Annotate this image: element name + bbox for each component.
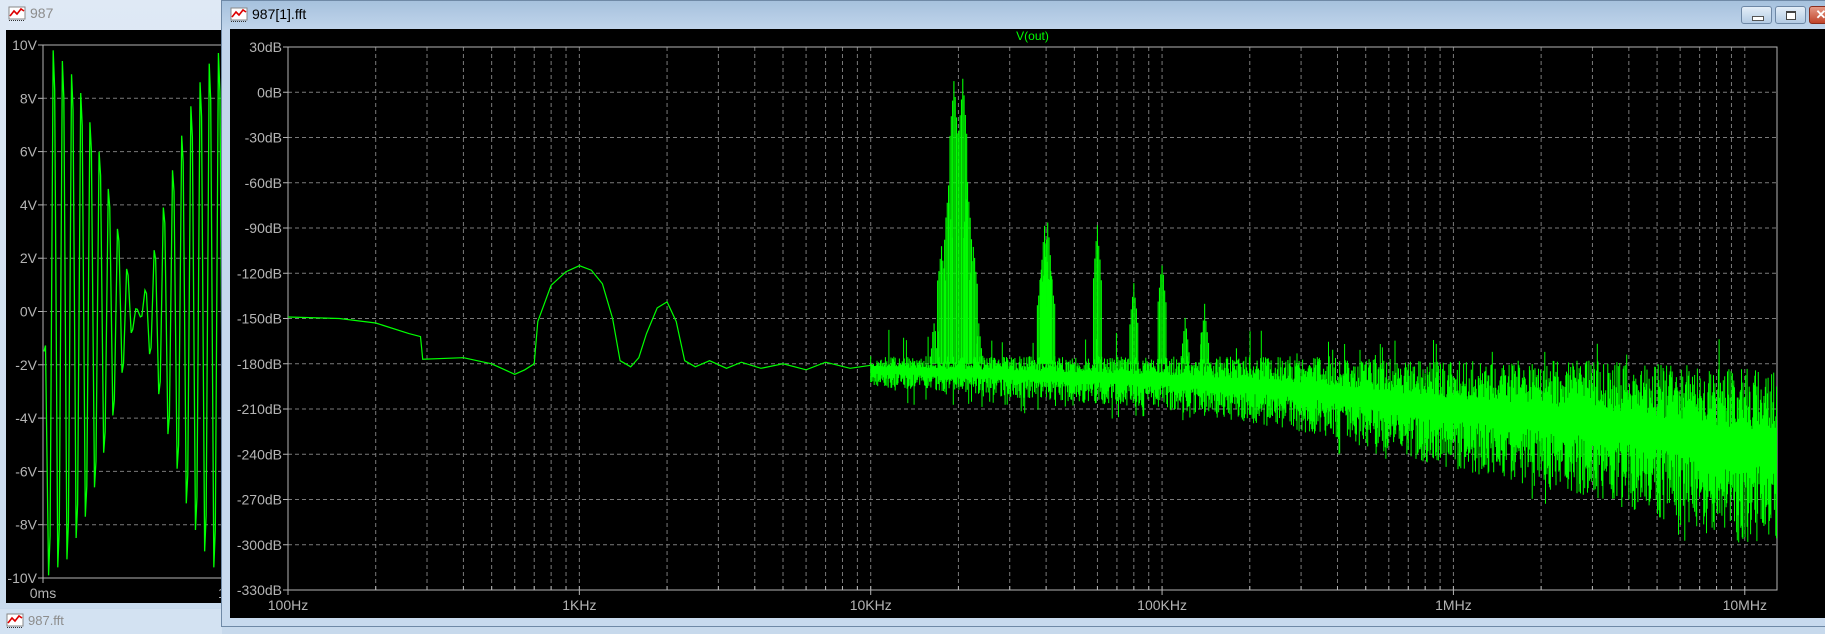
y-tick-label: 4V <box>20 197 38 213</box>
y-tick-label: -10V <box>7 570 37 586</box>
x-tick-label: 100KHz <box>1137 597 1187 613</box>
y-tick-label: 0dB <box>257 84 282 100</box>
y-tick-label: -120dB <box>237 265 282 281</box>
x-tick-label: 100Hz <box>268 597 308 613</box>
spectral-peak <box>1200 303 1210 364</box>
x-tick-label: 0ms <box>30 585 56 601</box>
waveform-window[interactable]: 987 10V8V6V4V2V0V-2V-4V-6V-8V-10V0ms1 <box>0 0 224 608</box>
fft-window[interactable]: 987[1].fft ✕ 30dB 0dB -30dB -60dB -90dB -120d… <box>221 0 1825 627</box>
fft-chart[interactable]: 30dB 0dB -30dB -60dB -90dB -120dB -150dB -180dB… <box>221 0 1825 627</box>
y-tick-label: -6V <box>15 463 37 479</box>
spectral-peak <box>1157 265 1167 364</box>
y-tick-label: -8V <box>15 517 37 533</box>
y-tick-label: -300dB <box>237 537 282 553</box>
x-tick-label: 10MHz <box>1723 597 1767 613</box>
y-tick-label: -210dB <box>237 401 282 417</box>
minimized-fft-window[interactable]: 987.fft <box>0 609 222 634</box>
y-tick-label: -60dB <box>245 175 282 191</box>
y-tick-label: -270dB <box>237 492 282 508</box>
y-tick-label: -2V <box>15 357 37 373</box>
x-tick-label: 1KHz <box>562 597 596 613</box>
noise-band <box>870 329 1777 543</box>
spectral-peak <box>1180 317 1190 364</box>
y-tick-label: 10V <box>12 37 38 53</box>
spectral-peak <box>1129 283 1139 364</box>
y-tick-label: -4V <box>15 410 37 426</box>
waveform-chart[interactable]: 10V8V6V4V2V0V-2V-4V-6V-8V-10V0ms1 <box>0 0 224 608</box>
spectral-peak <box>929 323 939 364</box>
y-tick-label: -330dB <box>237 582 282 598</box>
spectral-peak <box>1092 225 1102 364</box>
y-tick-label: 2V <box>20 250 38 266</box>
minimized-window-title: 987.fft <box>28 613 64 628</box>
spectral-peak <box>949 81 959 364</box>
y-tick-label: -90dB <box>245 220 282 236</box>
y-tick-label: -240dB <box>237 446 282 462</box>
waveform-trace <box>43 50 224 576</box>
y-tick-label: 30dB <box>249 39 282 55</box>
x-tick-label: 1MHz <box>1435 597 1472 613</box>
waveform-icon <box>6 613 24 628</box>
y-tick-label: 0V <box>20 304 38 320</box>
y-tick-label: 6V <box>20 144 38 160</box>
x-tick-label: 10KHz <box>850 597 892 613</box>
y-tick-label: 8V <box>20 90 38 106</box>
y-tick-label: -180dB <box>237 356 282 372</box>
trace-label-vout[interactable]: V(out) <box>1016 29 1049 43</box>
y-tick-label: -150dB <box>237 311 282 327</box>
y-tick-label: -30dB <box>245 130 282 146</box>
